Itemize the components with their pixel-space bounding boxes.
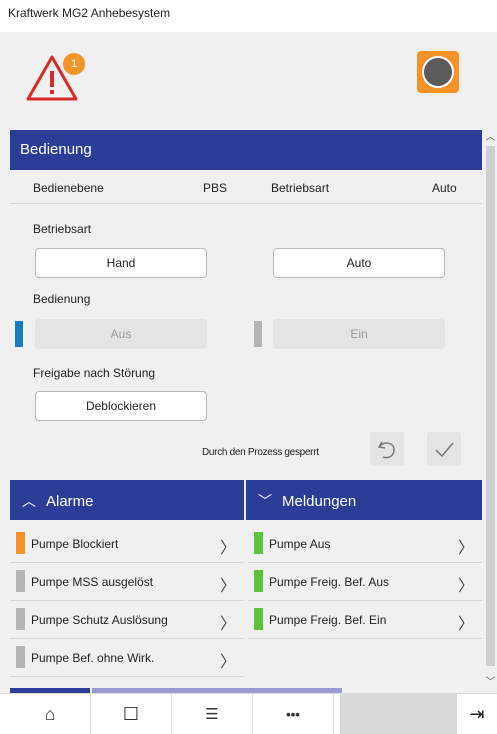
alarm-count-badge: 1 xyxy=(63,53,85,75)
chevron-right-icon: 〉 xyxy=(457,540,474,557)
deblockieren-button[interactable]: Deblockieren xyxy=(35,391,207,421)
more-icon[interactable]: ••• xyxy=(253,694,334,734)
message-row-label: Pumpe Freig. Bef. Ein xyxy=(269,613,387,627)
scroll-up-icon[interactable]: ︿ xyxy=(484,128,497,143)
alarm-row-label: Pumpe Bef. ohne Wirk. xyxy=(31,651,155,665)
message-row[interactable]: Pumpe Aus 〉 xyxy=(248,525,482,563)
pump-icon[interactable] xyxy=(417,51,459,93)
chevron-down-icon: ﹀ xyxy=(258,493,272,509)
alarme-header[interactable]: ︿ Alarme xyxy=(10,480,244,520)
chevron-right-icon: 〉 xyxy=(457,616,474,633)
alarm-row-label: Pumpe Schutz Auslösung xyxy=(31,613,168,627)
scrollbar-thumb[interactable] xyxy=(486,146,495,666)
alarme-title: Alarme xyxy=(46,493,94,510)
menu-icon[interactable]: ☰ xyxy=(172,694,253,734)
info-row: Bedienebene PBS Betriebsart Auto xyxy=(10,170,482,204)
message-row-label: Pumpe Aus xyxy=(269,537,331,551)
green-status-marker xyxy=(254,608,263,630)
betriebsart-info-value: Auto xyxy=(432,181,457,195)
chevron-up-icon: ︿ xyxy=(22,493,36,509)
confirm-button[interactable] xyxy=(427,432,461,466)
orange-status-marker xyxy=(16,532,25,554)
meldungen-title: Meldungen xyxy=(282,493,357,510)
message-row-label: Pumpe Freig. Bef. Aus xyxy=(269,575,390,589)
vertical-scrollbar[interactable]: ︿ ﹀ xyxy=(484,128,497,688)
bedienung-label: Bedienung xyxy=(33,292,91,306)
hand-button[interactable]: Hand xyxy=(35,248,207,278)
betriebsart-info-label: Betriebsart xyxy=(271,181,330,195)
green-status-marker xyxy=(254,532,263,554)
main-panel: Bedienung Bedienebene PBS Betriebsart Au… xyxy=(10,130,482,690)
meldungen-header[interactable]: ﹀ Meldungen xyxy=(246,480,482,520)
home-icon[interactable]: ⌂ xyxy=(10,694,91,734)
page-icon[interactable]: ☐ xyxy=(91,694,172,734)
bedienebene-label: Bedienebene xyxy=(33,181,104,195)
aus-indicator xyxy=(15,321,23,347)
bedienebene-value: PBS xyxy=(203,181,228,195)
ein-indicator xyxy=(254,321,262,347)
aus-button[interactable]: Aus xyxy=(35,319,207,349)
scroll-down-icon[interactable]: ﹀ xyxy=(484,673,497,688)
auto-button[interactable]: Auto xyxy=(273,248,445,278)
undo-icon xyxy=(377,441,395,459)
betriebsart-label: Betriebsart xyxy=(33,222,92,236)
top-bar: 1 xyxy=(0,32,497,127)
section-title-bedienung: Bedienung xyxy=(10,130,482,170)
green-status-marker xyxy=(254,570,263,592)
check-icon xyxy=(435,442,454,458)
locked-status-text: Durch den Prozess gesperrt xyxy=(202,447,319,458)
grey-status-marker xyxy=(16,570,25,592)
ein-button[interactable]: Ein xyxy=(273,319,445,349)
alarm-row[interactable]: Pumpe Blockiert 〉 xyxy=(10,525,244,563)
alarm-row-label: Pumpe Blockiert xyxy=(31,537,119,551)
window-title: Kraftwerk MG2 Anhebesystem xyxy=(0,0,497,32)
undo-button[interactable] xyxy=(370,432,404,466)
grey-status-marker xyxy=(16,608,25,630)
alarm-row-label: Pumpe MSS ausgelöst xyxy=(31,575,154,589)
exit-icon[interactable]: ⇥ xyxy=(457,694,497,734)
chevron-right-icon: 〉 xyxy=(219,540,236,557)
chevron-right-icon: 〉 xyxy=(457,578,474,595)
freigabe-label: Freigabe nach Störung xyxy=(33,366,156,380)
bottom-nav: ⌂ ☐ ☰ ••• ⇥ xyxy=(0,693,497,734)
grey-status-marker xyxy=(16,646,25,668)
alarm-row[interactable]: Pumpe Bef. ohne Wirk. 〉 xyxy=(10,639,244,677)
message-row[interactable]: Pumpe Freig. Bef. Ein 〉 xyxy=(248,601,482,639)
nav-spacer xyxy=(340,694,457,734)
message-row[interactable]: Pumpe Freig. Bef. Aus 〉 xyxy=(248,563,482,601)
chevron-right-icon: 〉 xyxy=(219,654,236,671)
alarm-row[interactable]: Pumpe MSS ausgelöst 〉 xyxy=(10,563,244,601)
chevron-right-icon: 〉 xyxy=(219,578,236,595)
alarm-row[interactable]: Pumpe Schutz Auslösung 〉 xyxy=(10,601,244,639)
chevron-right-icon: 〉 xyxy=(219,616,236,633)
